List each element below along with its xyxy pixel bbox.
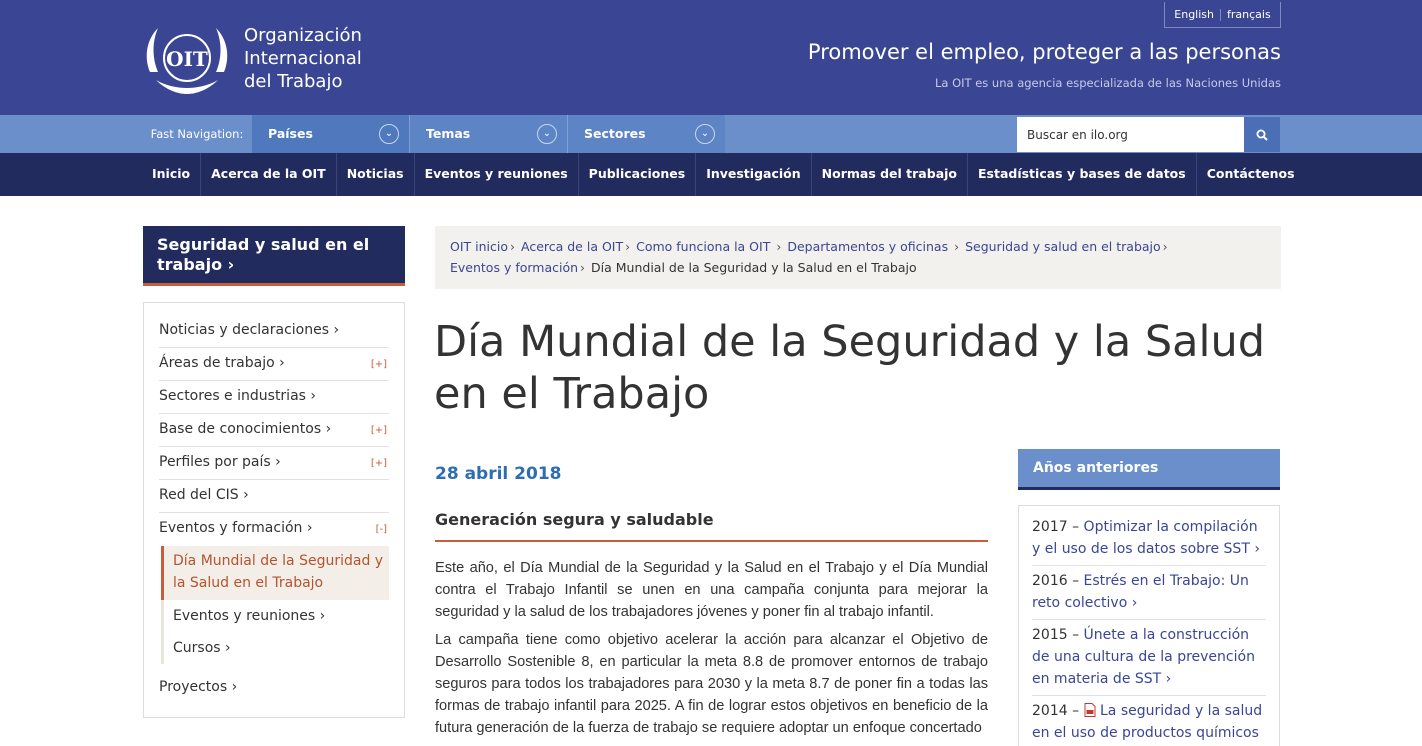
sidebar-item-proyectos[interactable]: Proyectos › (159, 672, 389, 705)
breadcrumb-link[interactable]: Acerca de la OIT (521, 239, 623, 254)
sidebar-title[interactable]: Seguridad y salud en el trabajo › (143, 226, 405, 286)
sidebar-item-label: Eventos y formación › (159, 520, 313, 536)
sidebar-item-perfiles[interactable]: Perfiles por país › [+] (159, 447, 389, 480)
organization-name[interactable]: Organización Internacional del Trabajo (244, 24, 362, 93)
page-title: Día Mundial de la Seguridad y la Salud e… (434, 317, 1266, 419)
article-paragraph: Este año, el Día Mundial de la Seguridad… (435, 560, 988, 620)
year-label: 2015 – (1032, 627, 1080, 643)
sidebar-item-sectores[interactable]: Sectores e industrias › (159, 381, 389, 414)
lang-french-link[interactable]: français (1221, 8, 1277, 21)
org-line-2: Internacional (244, 48, 362, 69)
language-switcher: English français (1164, 2, 1281, 28)
main-navigation: Inicio Acerca de la OIT Noticias Eventos… (0, 153, 1422, 196)
sidebar-subitem-cursos[interactable]: Cursos › (164, 632, 389, 664)
chevron-down-icon[interactable]: ⌄ (537, 124, 557, 144)
list-item: 2017 – Optimizar la compilación y el uso… (1032, 512, 1266, 566)
sidebar-item-label: Sectores e industrias › (159, 388, 316, 404)
expand-toggle[interactable]: [+] (371, 349, 387, 380)
nav-publicaciones[interactable]: Publicaciones (579, 153, 697, 196)
breadcrumb-separator: › (580, 260, 586, 275)
sidebar-item-noticias[interactable]: Noticias y declaraciones › (159, 315, 389, 348)
site-header: OIT Organización Internacional del Traba… (0, 0, 1422, 115)
lang-english-link[interactable]: English (1168, 8, 1220, 21)
nav-contactenos[interactable]: Contáctenos (1197, 153, 1305, 196)
sidebar-item-red-cis[interactable]: Red del CIS › (159, 480, 389, 513)
sidebar-item-eventos-formacion[interactable]: Eventos y formación › [-] (159, 513, 389, 546)
breadcrumb-link[interactable]: OIT inicio (450, 239, 508, 254)
search-icon (1256, 129, 1268, 141)
svg-text:OIT: OIT (166, 47, 208, 71)
year-label: 2014 – (1032, 703, 1080, 719)
breadcrumb-separator: › (1162, 239, 1168, 254)
org-line-3: del Trabajo (244, 71, 343, 92)
ilo-logo-icon[interactable]: OIT (142, 20, 232, 96)
sidebar-item-label: Áreas de trabajo › (159, 355, 285, 371)
expand-toggle[interactable]: [+] (371, 448, 387, 479)
fastnav-paises-label: Países (268, 126, 313, 141)
article-subheading: Generación segura y saludable (435, 510, 988, 542)
sidebar-item-label: Proyectos › (159, 679, 238, 695)
sidebar-submenu: Día Mundial de la Seguridad y la Salud e… (161, 546, 389, 664)
pdf-icon (1084, 703, 1096, 717)
breadcrumb-link[interactable]: Como funciona la OIT (636, 239, 770, 254)
breadcrumb-link[interactable]: Departamentos y oficinas (787, 239, 948, 254)
search-button[interactable] (1244, 117, 1280, 152)
expand-toggle[interactable]: [+] (371, 415, 387, 446)
nav-noticias[interactable]: Noticias (337, 153, 415, 196)
sidebar-item-label: Noticias y declaraciones › (159, 322, 340, 338)
breadcrumb: OIT inicio › Acerca de la OIT › Como funci… (435, 226, 1281, 289)
sidebar-item-areas[interactable]: Áreas de trabajo › [+] (159, 348, 389, 381)
year-label: 2017 – (1032, 519, 1080, 535)
list-item: 2014 – La seguridad y la salud en el uso… (1032, 696, 1266, 746)
search-input[interactable] (1017, 117, 1244, 152)
sidebar-item-label: Base de conocimientos › (159, 421, 332, 437)
sidebar-subitem-dia-mundial[interactable]: Día Mundial de la Seguridad y la Salud e… (161, 546, 389, 600)
sidebar-item-label: Red del CIS › (159, 487, 249, 503)
nav-inicio[interactable]: Inicio (142, 153, 202, 196)
sidebar-menu: Noticias y declaraciones › Áreas de trab… (143, 302, 405, 718)
nav-eventos[interactable]: Eventos y reuniones (415, 153, 579, 196)
org-line-1: Organización (244, 25, 362, 46)
nav-estadisticas[interactable]: Estadísticas y bases de datos (968, 153, 1197, 196)
chevron-down-icon[interactable]: ⌄ (379, 124, 399, 144)
sidebar-subitem-eventos[interactable]: Eventos y reuniones › (164, 600, 389, 632)
fast-navigation-label: Fast Navigation: (150, 127, 244, 141)
nav-investigacion[interactable]: Investigación (696, 153, 812, 196)
breadcrumb-separator: › (772, 239, 782, 254)
article-date: 28 abril 2018 (435, 464, 562, 484)
fastnav-temas[interactable]: Temas ⌄ (409, 115, 567, 153)
breadcrumb-separator: › (625, 239, 631, 254)
breadcrumb-current: Día Mundial de la Seguridad y la Salud e… (591, 260, 917, 275)
breadcrumb-link[interactable]: Eventos y formación (450, 260, 578, 275)
fastnav-temas-label: Temas (426, 126, 471, 141)
breadcrumb-separator: › (950, 239, 960, 254)
previous-years-title: Años anteriores (1018, 449, 1280, 490)
year-label: 2016 – (1032, 573, 1080, 589)
sidebar-item-base[interactable]: Base de conocimientos › [+] (159, 414, 389, 447)
fastnav-sectores[interactable]: Sectores ⌄ (567, 115, 725, 153)
list-item: 2016 – Estrés en el Trabajo: Un reto col… (1032, 566, 1266, 620)
subtagline: La OIT es una agencia especializada de l… (934, 76, 1281, 90)
collapse-toggle[interactable]: [-] (376, 514, 387, 545)
previous-years-list: 2017 – Optimizar la compilación y el uso… (1018, 505, 1280, 746)
fastnav-sectores-label: Sectores (584, 126, 646, 141)
nav-acerca[interactable]: Acerca de la OIT (201, 153, 337, 196)
list-item: 2015 – Únete a la construcción de una cu… (1032, 620, 1266, 696)
tagline: Promover el empleo, proteger a las perso… (807, 40, 1281, 64)
article-body: Este año, el Día Mundial de la Seguridad… (435, 557, 988, 745)
nav-normas[interactable]: Normas del trabajo (812, 153, 968, 196)
breadcrumb-separator: › (510, 239, 515, 254)
fastnav-paises[interactable]: Países ⌄ (252, 115, 409, 153)
chevron-down-icon[interactable]: ⌄ (695, 124, 715, 144)
breadcrumb-link[interactable]: Seguridad y salud en el trabajo (965, 239, 1161, 254)
sidebar-item-label: Perfiles por país › (159, 454, 281, 470)
article-paragraph: La campaña tiene como objetivo acelerar … (435, 632, 988, 736)
